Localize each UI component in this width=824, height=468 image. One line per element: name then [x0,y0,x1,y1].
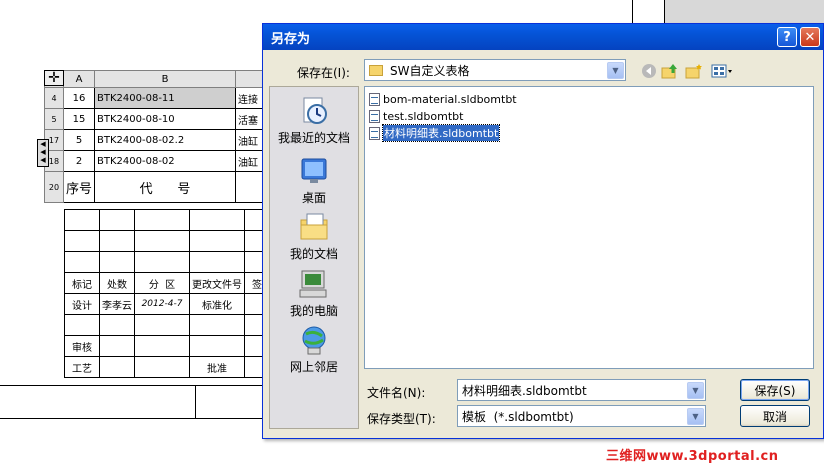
drawing-border-line [664,0,665,24]
back-arrow-icon [642,64,656,78]
help-button[interactable]: ? [777,27,797,47]
drawing-border-line [0,385,262,386]
bom-cell[interactable]: 油缸 [235,150,264,172]
file-name: 材料明细表.sldbomtbt [381,124,501,142]
filename-label: 文件名(N): [367,386,426,400]
bom-table[interactable]: A B 4 16 BTK2400-08-11 连接 5 15 BTK2400-0… [44,70,264,203]
filename-input[interactable]: 材料明细表.sldbomtbt ▼ [457,379,706,401]
table-move-handle[interactable]: ✛ [44,70,64,86]
file-item-selected[interactable]: 材料明细表.sldbomtbt [369,124,501,142]
recent-documents-icon [298,95,330,127]
chevron-down-icon[interactable]: ▼ [607,61,624,79]
file-name: bom-material.sldbomtbt [383,92,517,106]
title-block-cell: 设计 [64,293,100,315]
folder-icon [369,64,383,76]
close-button[interactable]: ✕ [800,27,820,47]
place-my-documents[interactable]: 我的文档 [270,211,358,262]
drawing-border-line [195,385,196,418]
dialog-title-bar[interactable]: 另存为 [263,24,823,50]
title-block-cell: 2012-4-7 [134,293,190,315]
bom-cell[interactable]: BTK2400-08-11 [94,87,237,109]
filename-value: 材料明细表.sldbomtbt [462,383,587,398]
filetype-value: 模板 (*.sldbomtbt) [462,409,574,424]
bom-template-file-icon [369,92,380,106]
network-places-icon [298,324,330,356]
title-block-cell: 标准化 [189,293,245,315]
bom-cell[interactable]: 16 [62,87,96,109]
views-icon [711,64,732,78]
save-in-dropdown[interactable]: SW自定义表格 ▼ [364,59,626,81]
table-side-handle-icon[interactable]: ◀ ◀ ◀ [37,139,49,167]
chevron-down-icon[interactable]: ▼ [687,407,704,425]
save-button[interactable]: 保存(S) [740,379,810,401]
drawing-border-line [0,418,262,419]
place-recent-documents[interactable]: 我最近的文档 [270,95,358,146]
bom-cell[interactable]: 油缸 [235,129,264,151]
title-block-cell: 审核 [64,335,100,357]
bom-row-number[interactable]: 20 [44,171,64,203]
bom-cell[interactable]: 连接 [235,87,264,109]
bom-cell[interactable] [235,171,264,203]
title-block-cell: 批准 [189,356,245,378]
my-documents-icon [298,211,330,243]
place-my-computer[interactable]: 我的电脑 [270,268,358,319]
bom-cell[interactable]: 5 [62,129,96,151]
title-block-cell: 分 区 [134,272,190,294]
title-block-table: 标记 处数 分 区 更改文件号 签名 设计 李孝云 2012-4-7 标准化 审… [64,209,280,378]
drawing-border-line [632,0,633,23]
views-menu-button[interactable] [709,61,735,81]
bom-column-a-header[interactable]: A [62,70,96,88]
bom-cell[interactable]: BTK2400-08-02 [94,150,237,172]
cancel-button[interactable]: 取消 [740,405,810,427]
bom-row-number[interactable]: 5 [44,108,64,130]
title-block-cell: 更改文件号 [189,272,245,294]
save-in-label: 保存在(I): [297,66,350,80]
new-folder-icon [685,64,702,79]
bom-cell[interactable]: 活塞 [235,108,264,130]
up-folder-icon [661,64,677,79]
up-folder-button[interactable] [660,61,680,81]
bom-seq-header-cell[interactable]: 序号 [62,171,96,203]
title-block-cell: 工艺 [64,356,100,378]
file-name: test.sldbomtbt [383,109,464,123]
title-block-cell: 李孝云 [99,293,135,315]
title-block-cell: 标记 [64,272,100,294]
back-button[interactable] [639,61,659,81]
place-desktop[interactable]: 桌面 [270,155,358,206]
bom-code-header-cell[interactable]: 代 号 [94,171,237,203]
place-label: 网上邻居 [289,360,338,374]
bom-template-file-icon [369,126,380,140]
chevron-down-icon[interactable]: ▼ [687,381,704,399]
place-network-places[interactable]: 网上邻居 [270,324,358,375]
graphics-area-edge [665,0,824,24]
file-list[interactable]: bom-material.sldbomtbt test.sldbomtbt 材料… [364,86,814,369]
site-watermark: 三维网www.3dportal.cn [606,449,779,464]
my-computer-icon [298,268,330,300]
file-item[interactable]: test.sldbomtbt [369,108,463,124]
place-label: 我最近的文档 [277,131,350,145]
title-block-cell: 处数 [99,272,135,294]
bom-cell[interactable]: 2 [62,150,96,172]
bom-cell[interactable]: BTK2400-08-02.2 [94,129,237,151]
save-as-dialog: 另存为 ? ✕ 保存在(I): SW自定义表格 ▼ 我最近的文档 桌面 我的文档… [262,23,824,439]
filetype-dropdown[interactable]: 模板 (*.sldbomtbt) ▼ [457,405,706,427]
place-label: 桌面 [301,191,326,205]
places-bar: 我最近的文档 桌面 我的文档 我的电脑 网上邻居 [269,86,359,429]
desktop-icon [298,155,330,187]
place-label: 我的文档 [289,247,338,261]
new-folder-button[interactable] [684,61,704,81]
save-in-value: SW自定义表格 [390,63,470,78]
bom-template-file-icon [369,109,380,123]
bom-cell[interactable]: 15 [62,108,96,130]
filetype-label: 保存类型(T): [367,412,436,426]
bom-cell[interactable]: BTK2400-08-10 [94,108,237,130]
bom-column-b-header[interactable]: B [94,70,237,88]
place-label: 我的电脑 [289,304,338,318]
file-item[interactable]: bom-material.sldbomtbt [369,91,517,107]
bom-column-c-header[interactable] [235,70,264,88]
bom-row-number[interactable]: 4 [44,87,64,109]
dialog-title: 另存为 [271,31,311,47]
